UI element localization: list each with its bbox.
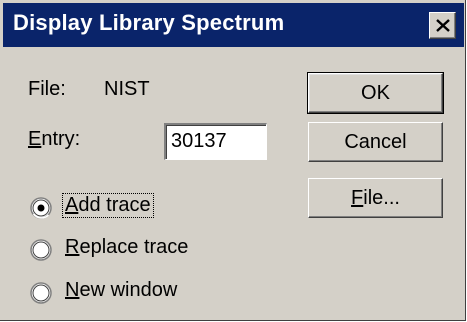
radio-add-trace-mnemonic: A: [65, 194, 79, 216]
close-button[interactable]: [429, 12, 456, 39]
file-value: NIST: [104, 78, 150, 100]
file-button-mnemonic: F: [351, 187, 364, 209]
radio-new-window-mnemonic: N: [65, 279, 80, 301]
radio-add-trace-text: dd trace: [78, 194, 151, 216]
file-button-rest: ile...: [363, 187, 400, 209]
radio-unchecked-icon[interactable]: [30, 239, 52, 261]
file-label: File:: [28, 78, 66, 100]
radio-unchecked-icon[interactable]: [30, 282, 52, 304]
close-icon: [436, 19, 450, 32]
radio-add-trace-label: Add trace: [62, 193, 154, 218]
radio-new-window-text: ew window: [79, 279, 178, 301]
display-library-spectrum-dialog: Display Library Spectrum File: NIST Entr…: [0, 0, 466, 321]
radio-replace-trace-text: eplace trace: [79, 236, 189, 258]
radio-checked-icon[interactable]: [30, 197, 52, 219]
title-bar[interactable]: Display Library Spectrum: [3, 3, 464, 47]
entry-label: Entry:: [28, 128, 80, 151]
file-button[interactable]: File...: [308, 178, 443, 218]
entry-input[interactable]: 30137: [164, 123, 267, 160]
window-title: Display Library Spectrum: [13, 10, 285, 35]
entry-label-mnemonic: E: [28, 128, 42, 150]
radio-new-window-label: New window: [63, 279, 179, 302]
ok-button[interactable]: OK: [307, 72, 444, 114]
radio-replace-trace-mnemonic: R: [65, 236, 80, 258]
cancel-button[interactable]: Cancel: [308, 122, 443, 162]
radio-replace-trace-label: Replace trace: [63, 236, 190, 259]
entry-label-rest: ntry:: [41, 128, 81, 150]
